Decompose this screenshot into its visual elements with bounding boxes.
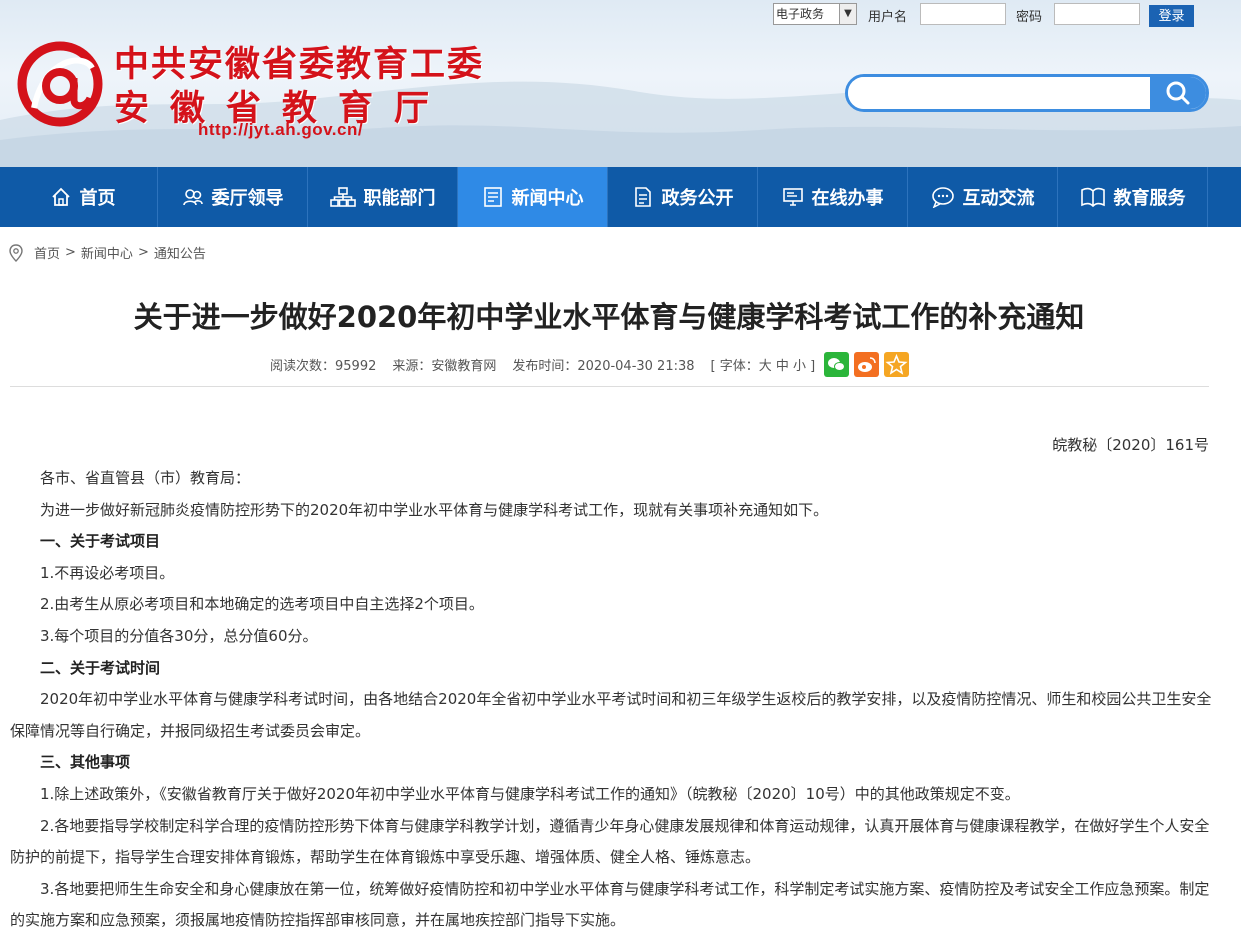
section-heading: 二、关于考试时间 <box>40 658 161 677</box>
document-icon <box>634 187 651 207</box>
salutation: 各市、省直管县（市）教育局： <box>40 469 251 487</box>
body-paragraph: 2.各地要指导学校制定科学合理的疫情防控形势下体育与健康学科教学计划，遵循青少年… <box>10 816 1210 867</box>
nav-item-news[interactable]: 新闻中心 <box>458 167 608 227</box>
body-paragraph: 为进一步做好新冠肺炎疫情防控形势下的2020年初中学业水平体育与健康学科考试工作… <box>40 500 829 519</box>
login-button[interactable]: 登录 <box>1149 5 1194 27</box>
document-number: 皖教秘〔2020〕161号 <box>1052 436 1209 454</box>
breadcrumb-section[interactable]: 新闻中心 <box>81 243 133 262</box>
breadcrumb-current[interactable]: 通知公告 <box>154 243 206 262</box>
username-input[interactable] <box>920 3 1006 25</box>
section-heading: 三、其他事项 <box>40 753 131 772</box>
weibo-share-icon[interactable] <box>854 352 880 377</box>
nav-item-label: 首页 <box>79 188 116 209</box>
book-icon <box>1080 187 1105 208</box>
body-paragraph: 2020年初中学业水平体育与健康学科考试时间，由各地结合2020年全省初中学业水… <box>10 690 1212 740</box>
article-body: 各市、省直管县（市）教育局： 为进一步做好新冠肺炎疫情防控形势下的2020年初中… <box>10 463 1212 937</box>
nav-item-edu-services[interactable]: 教育服务 <box>1058 167 1208 227</box>
body-paragraph: 1.除上述政策外，《安徽省教育厅关于做好2020年初中学业水平体育与健康学科考试… <box>40 784 1020 803</box>
article-title: 关于进一步做好2020年初中学业水平体育与健康学科考试工作的补充通知 <box>133 300 1085 334</box>
nav-item-label: 新闻中心 <box>511 188 584 209</box>
nav-item-label: 委厅领导 <box>211 188 284 209</box>
logo-url[interactable]: http://jyt.ah.gov.cn/ <box>198 120 363 140</box>
favorite-star-icon[interactable] <box>884 352 910 377</box>
leaders-icon <box>182 189 203 206</box>
chevron-down-icon[interactable]: ▼ <box>839 4 856 24</box>
search-input[interactable] <box>848 77 1154 109</box>
nav-item-online-services[interactable]: 在线办事 <box>758 167 908 227</box>
view-count: 阅读次数：95992 <box>270 359 377 374</box>
wechat-share-icon[interactable] <box>824 352 850 377</box>
body-paragraph: 1.不再设必考项目。 <box>40 563 175 582</box>
breadcrumb: 首页 > 新闻中心 > 通知公告 <box>8 243 211 262</box>
breadcrumb-home[interactable]: 首页 <box>34 243 60 262</box>
search-button[interactable] <box>1150 77 1206 109</box>
nav-item-label: 在线办事 <box>811 188 884 209</box>
nav-item-label: 政务公开 <box>661 188 734 209</box>
system-select-value: 电子政务 <box>776 7 825 21</box>
nav-item-interaction[interactable]: 互动交流 <box>908 167 1058 227</box>
nav-item-home[interactable]: 首页 <box>8 167 158 227</box>
main-nav: 首页 委厅领导 职能部门 新闻中心 政务公开 在线办事 互动交流 教育服务 <box>0 167 1241 227</box>
nav-item-leaders[interactable]: 委厅领导 <box>158 167 308 227</box>
publish-time: 发布时间：2020-04-30 21:38 <box>512 359 695 374</box>
article-meta: 阅读次数：95992 来源：安徽教育网 发布时间：2020-04-30 21:3… <box>270 352 910 377</box>
search-box <box>845 74 1209 112</box>
nav-item-label: 互动交流 <box>962 188 1035 209</box>
nav-item-gov-affairs[interactable]: 政务公开 <box>608 167 758 227</box>
body-paragraph: 3.每个项目的分值各30分，总分值60分。 <box>40 626 318 645</box>
body-paragraph: 2.由考生从原必考项目和本地确定的选考项目中自主选择2个项目。 <box>40 595 484 614</box>
breadcrumb-separator: > <box>65 245 76 260</box>
article-source: 来源：安徽教育网 <box>392 359 497 374</box>
system-select[interactable]: 电子政务 ▼ <box>773 3 857 25</box>
org-chart-icon <box>329 187 356 207</box>
font-size-switcher[interactable]: [ 字体：大 中 小 ] <box>711 355 816 374</box>
meta-divider <box>10 386 1209 387</box>
body-paragraph: 3.各地要把师生生命安全和身心健康放在第一位，统筹做好疫情防控和初中学业水平体育… <box>10 879 1210 930</box>
site-header: 中共安徽省委教育工委 安徽省教育厅 http://jyt.ah.gov.cn/ … <box>0 0 1241 167</box>
logo-emblem-icon <box>17 41 103 127</box>
home-icon <box>51 187 70 206</box>
news-icon <box>483 187 502 207</box>
username-label: 用户名 <box>868 10 908 25</box>
nav-item-departments[interactable]: 职能部门 <box>308 167 458 227</box>
chat-icon <box>931 187 954 208</box>
nav-item-label: 教育服务 <box>1113 188 1186 209</box>
location-pin-icon <box>9 243 23 262</box>
nav-item-label: 职能部门 <box>363 188 436 209</box>
search-icon <box>1166 81 1190 105</box>
password-label: 密码 <box>1016 10 1043 25</box>
section-heading: 一、关于考试项目 <box>40 532 161 551</box>
breadcrumb-separator: > <box>137 245 149 260</box>
monitor-icon <box>782 188 803 206</box>
password-input[interactable] <box>1054 3 1140 25</box>
